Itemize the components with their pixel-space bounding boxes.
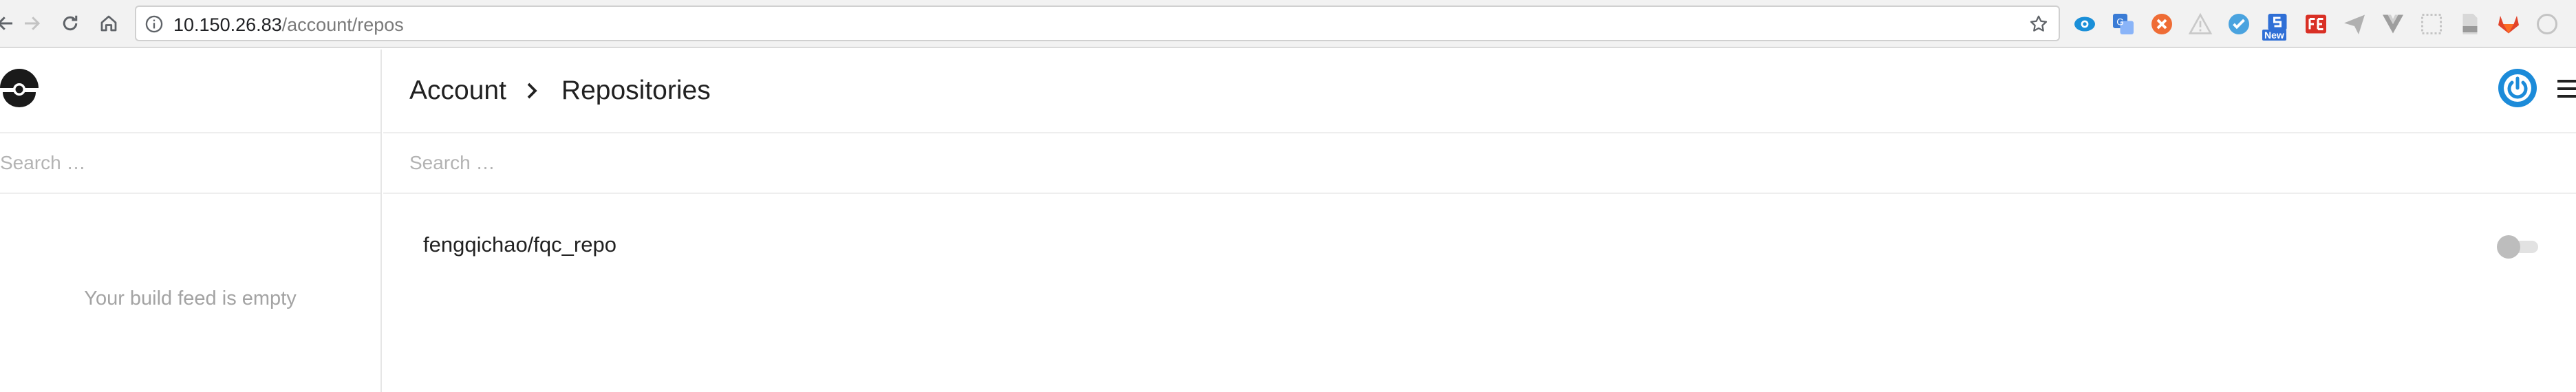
gitlab-extension-icon (2498, 16, 2519, 34)
reload-icon (63, 15, 78, 31)
extension-vue[interactable] (2379, 10, 2407, 38)
address-bar[interactable]: 10.150.26.83/account/repos (135, 6, 2060, 41)
url-host: 10.150.26.83 (173, 14, 282, 35)
extension-circle[interactable] (2533, 10, 2561, 38)
reload-button[interactable] (55, 8, 85, 39)
repo-activate-toggle[interactable] (2497, 235, 2541, 259)
breadcrumb-account[interactable]: Account (409, 76, 506, 106)
sidebar-search-input[interactable] (0, 133, 380, 193)
extension-check[interactable] (2225, 10, 2253, 38)
fe-extension-icon (2306, 14, 2326, 34)
main-content: Account Repositories fengqichao/fqc_repo (383, 50, 2576, 392)
vue-extension-icon (2383, 14, 2403, 34)
extensions-bar: G New (2071, 7, 2572, 41)
warning-extension-icon (2188, 12, 2213, 34)
bookmark-star-icon[interactable] (2028, 14, 2049, 34)
repo-search-input[interactable] (383, 133, 2576, 193)
extension-dotted[interactable] (2418, 10, 2445, 38)
extension-x[interactable] (2148, 10, 2176, 38)
pdf-extension-icon (2462, 14, 2478, 34)
repo-search (383, 132, 2576, 194)
eye-extension-icon (2074, 17, 2095, 32)
url-text[interactable]: 10.150.26.83/account/repos (173, 14, 404, 35)
sidebar: Your build feed is empty (0, 50, 382, 392)
circle-outline-extension-icon (2537, 14, 2557, 34)
drone-logo-icon[interactable] (0, 69, 39, 107)
extension-s[interactable]: New (2262, 10, 2291, 41)
browser-toolbar: 10.150.26.83/account/repos G New (0, 0, 2576, 48)
translate-extension-icon: G (2113, 14, 2134, 34)
extension-translate[interactable]: G (2110, 10, 2137, 38)
extension-gitlab[interactable] (2495, 10, 2522, 38)
repo-list-item: fengqichao/fqc_repo (383, 221, 2576, 270)
toggle-knob (2497, 235, 2520, 259)
menu-icon[interactable] (2557, 80, 2576, 98)
extension-plane[interactable] (2341, 10, 2368, 38)
empty-feed-message: Your build feed is empty (84, 287, 297, 309)
svg-text:G: G (2116, 17, 2124, 28)
sidebar-search (0, 132, 380, 194)
extension-warning[interactable] (2187, 10, 2214, 38)
info-icon[interactable] (144, 14, 164, 34)
dotted-box-extension-icon (2421, 14, 2442, 34)
power-icon[interactable] (2497, 67, 2538, 109)
extension-eye[interactable] (2071, 10, 2099, 38)
breadcrumb: Account Repositories (409, 76, 711, 106)
extension-fe[interactable] (2302, 10, 2330, 38)
chevron-right-icon (527, 83, 537, 99)
home-icon (100, 15, 117, 32)
x-circle-extension-icon (2151, 14, 2172, 34)
extension-pdf[interactable] (2456, 10, 2484, 38)
repo-name[interactable]: fengqichao/fqc_repo (423, 232, 616, 257)
paper-plane-extension-icon (2344, 14, 2365, 34)
url-path: /account/repos (281, 14, 404, 35)
arrow-right-icon (25, 17, 41, 30)
arrow-left-icon (0, 17, 12, 30)
extension-badge: New (2262, 30, 2286, 41)
forward-button[interactable] (17, 8, 47, 39)
home-button[interactable] (94, 8, 124, 39)
check-bubble-extension-icon (2229, 14, 2249, 34)
breadcrumb-repositories: Repositories (561, 76, 711, 105)
